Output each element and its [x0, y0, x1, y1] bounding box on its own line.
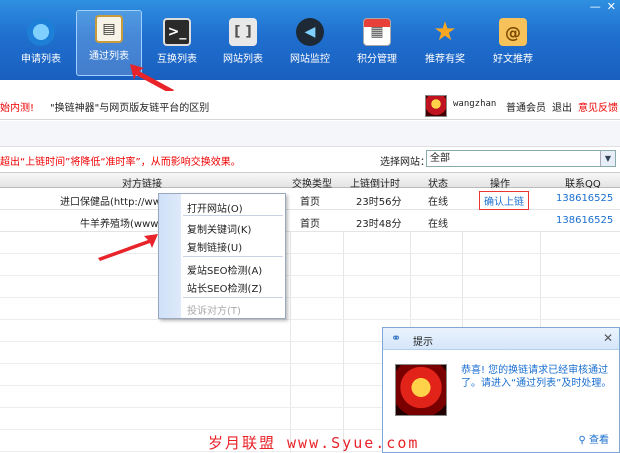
main-toolbar: — ✕ 申请列表 ▤ 通过列表 >_ 互换列表 [ ] 网站列表 ◀ 网站监控 … — [0, 0, 620, 80]
toolbar-label: 好文推荐 — [493, 54, 533, 65]
table-header: 对方链接 交换类型 上链倒计时 状态 操作 联系QQ — [0, 172, 620, 190]
toolbar-referral[interactable]: ★ 推荐有奖 — [412, 14, 478, 76]
popup-image — [395, 364, 447, 416]
toolbar-label: 积分管理 — [357, 54, 397, 65]
monitor-icon: ◀ — [296, 18, 324, 46]
red-arrow-annotation — [98, 234, 158, 261]
chevron-down-icon[interactable]: ▼ — [600, 151, 615, 166]
notice-bar: 始内测! "换链神器"与网页版友链平台的区别 wangzhan 普通会员 退出 … — [0, 91, 620, 120]
menu-copy-link[interactable]: 复制链接(U) — [187, 239, 242, 254]
close-icon[interactable]: ✕ — [603, 331, 613, 345]
status: 在线 — [428, 219, 448, 230]
countdown: 23时56分 — [356, 197, 402, 208]
toolbar-site-list[interactable]: [ ] 网站列表 — [210, 14, 276, 76]
toolbar-label: 网站监控 — [290, 54, 330, 65]
contact-qq[interactable]: 138616525 — [556, 215, 613, 226]
watermark: 岁月联盟 www.Syue.com — [208, 434, 420, 452]
table-row[interactable]: 进口保健品(http://www 首页 23时56分 在线 确认上链 13861… — [0, 188, 620, 210]
empty-row — [0, 254, 620, 276]
avatar — [425, 95, 447, 117]
exchange-type: 首页 — [300, 219, 320, 230]
empty-row — [0, 298, 620, 320]
menu-webmaster-seo[interactable]: 站长SEO检测(Z) — [187, 280, 262, 295]
bracket-icon: [ ] — [229, 18, 257, 46]
contact-qq[interactable]: 138616525 — [556, 193, 613, 204]
view-label: 查看 — [589, 435, 609, 446]
confirm-link-button[interactable]: 确认上链 — [479, 191, 529, 210]
menu-separator — [183, 297, 283, 298]
popup-title: 提示 — [413, 337, 433, 348]
countdown: 23时48分 — [356, 219, 402, 230]
minimize-button[interactable]: — — [590, 0, 601, 14]
toolbar-apply-list[interactable]: 申请列表 — [8, 14, 74, 76]
toolbar-points[interactable]: ▦ 积分管理 — [344, 14, 410, 76]
toolbar-label: 申请列表 — [21, 54, 61, 65]
logout-link[interactable]: 退出 — [552, 99, 572, 114]
window-controls: — ✕ — [590, 0, 616, 14]
partner-link[interactable]: 进口保健品(http://www — [60, 193, 169, 208]
menu-report-partner: 投诉对方(T) — [187, 306, 241, 317]
context-menu: 打开网站(O) 复制关键词(K) 复制链接(U) 爱站SEO检测(A) 站长SE… — [158, 193, 286, 319]
calendar-icon: ▦ — [363, 18, 391, 46]
notice-link[interactable]: "换链神器"与网页版友链平台的区别 — [50, 99, 209, 114]
partner-link[interactable]: 牛羊养殖场(www.ni — [80, 215, 170, 230]
sub-toolbar — [0, 121, 620, 147]
clipboard-icon: ▤ — [95, 15, 123, 43]
view-link[interactable]: ⚲ 查看 — [578, 431, 609, 446]
close-button[interactable]: ✕ — [607, 0, 616, 14]
popup-header: ⚭ 提示 ✕ — [383, 328, 619, 350]
username: wangzhan — [453, 99, 497, 109]
status: 在线 — [428, 197, 448, 208]
beta-notice: 始内测! — [0, 103, 35, 114]
terminal-icon: >_ — [163, 18, 191, 46]
at-icon: @ — [499, 18, 527, 46]
toolbar-articles[interactable]: @ 好文推荐 — [480, 14, 546, 76]
globe-icon — [27, 18, 55, 46]
menu-gutter — [159, 194, 181, 318]
menu-separator — [183, 256, 283, 257]
menu-open-site[interactable]: 打开网站(O) — [187, 200, 243, 215]
toolbar-label: 推荐有奖 — [425, 54, 465, 65]
site-select-label: 选择网站： — [380, 157, 430, 168]
filter-row: 超出“上链时间”将降低“准时率”，从而影响交换效果。 选择网站： 全部 ▼ — [0, 148, 620, 170]
menu-separator — [183, 215, 283, 216]
toolbar-label: 网站列表 — [223, 54, 263, 65]
empty-row — [0, 232, 620, 254]
site-select[interactable]: 全部 ▼ — [426, 150, 616, 167]
feedback-link[interactable]: 意见反馈 — [578, 99, 618, 114]
popup-message: 恭喜! 您的换链请求已经审核通过了。请进入“通过列表”及时处理。 — [461, 365, 612, 389]
timing-warning: 超出“上链时间”将降低“准时率”，从而影响交换效果。 — [0, 157, 241, 168]
menu-aizhan-seo[interactable]: 爱站SEO检测(A) — [187, 262, 262, 277]
table-row[interactable]: 牛羊养殖场(www.ni 首页 23时48分 在线 138616525 — [0, 210, 620, 232]
star-icon: ★ — [433, 17, 457, 47]
toolbar-label: 通过列表 — [89, 51, 129, 62]
chain-link-icon: ⚭ — [391, 331, 402, 345]
empty-row — [0, 276, 620, 298]
site-select-value: 全部 — [430, 153, 450, 164]
exchange-type: 首页 — [300, 197, 320, 208]
toolbar-site-monitor[interactable]: ◀ 网站监控 — [277, 14, 343, 76]
menu-copy-keyword[interactable]: 复制关键词(K) — [187, 221, 251, 236]
member-level: 普通会员 — [506, 103, 546, 114]
